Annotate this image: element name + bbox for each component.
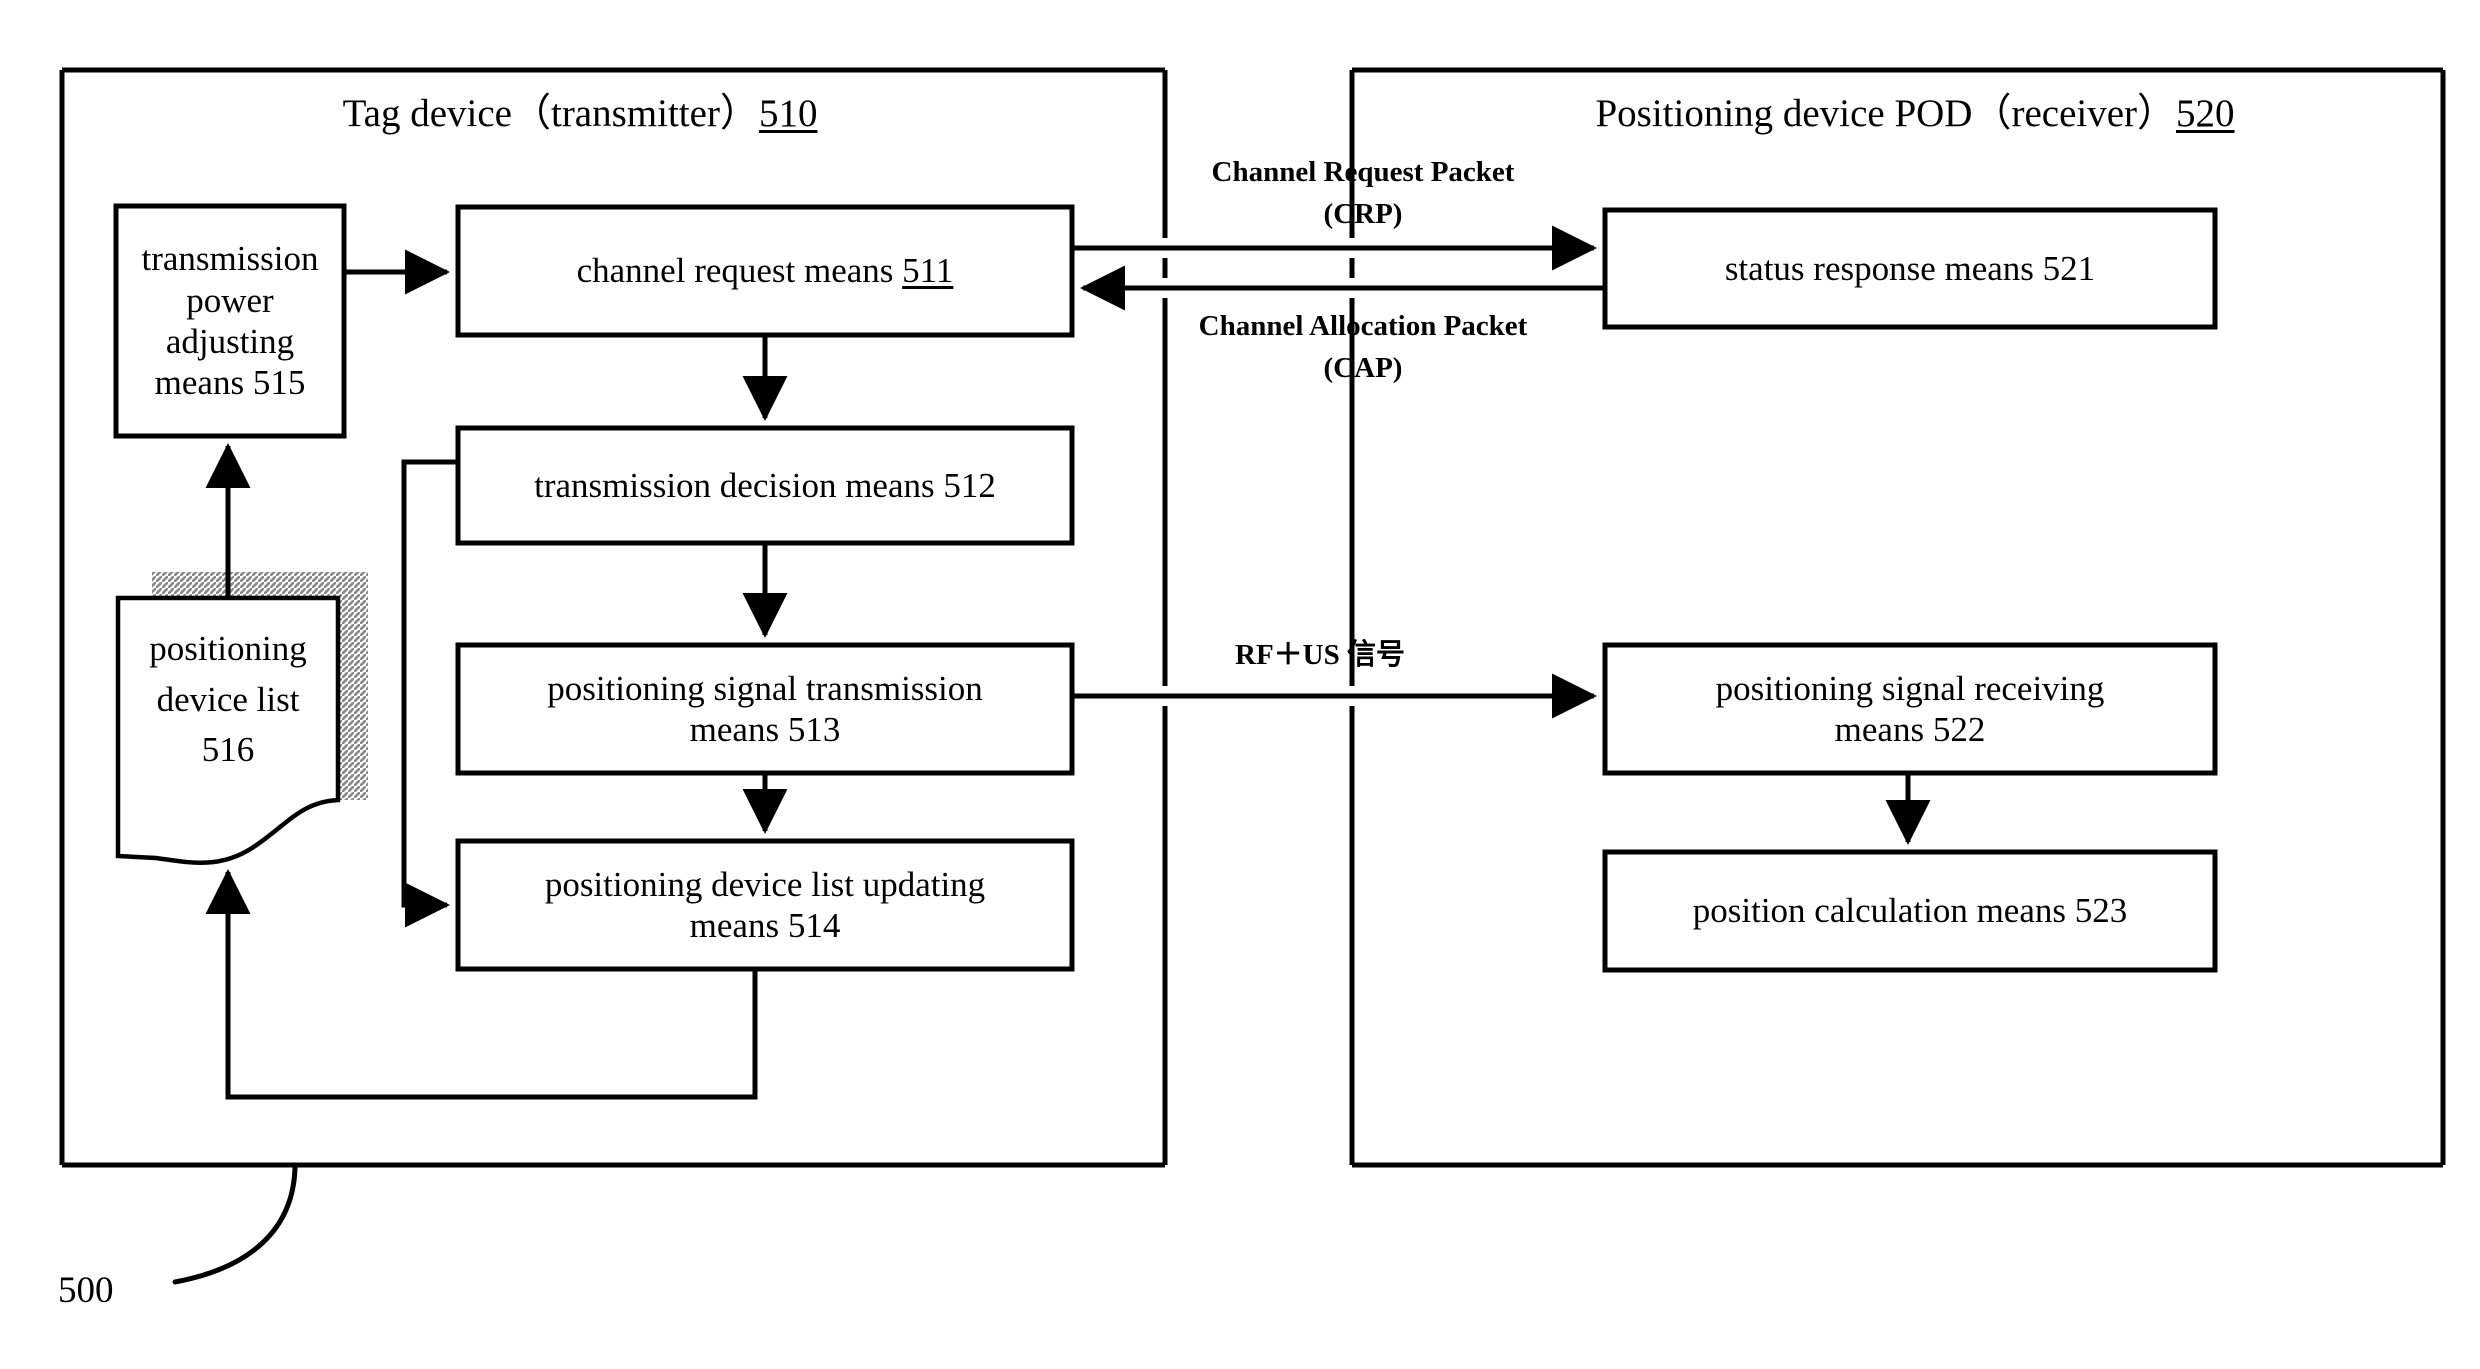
label-channel-allocation-packet: Channel Allocation Packet (CAP) — [1198, 309, 1528, 384]
tag-device-title: Tag device（transmitter） 510 — [300, 90, 860, 138]
figure-leader-line — [172, 1165, 298, 1285]
label-transmission-power-adjusting-means: transmission power adjusting means 515 — [141, 239, 319, 403]
figure-canvas: Tag device（transmitter） 510 Positioning d… — [0, 0, 2480, 1369]
label-positioning-device-list: positioning device list 516 — [149, 628, 307, 770]
label-position-calculation-means: position calculation means 523 — [1692, 891, 2128, 931]
label-status-response-means: status response means 521 — [1724, 248, 2096, 288]
figure-number: 500 — [58, 1270, 114, 1312]
label-transmission-decision-means: transmission decision means 512 — [534, 465, 996, 505]
label-channel-request-means: channel request means 511 — [460, 209, 1070, 333]
label-channel-request-means-ref: 511 — [902, 251, 954, 291]
label-channel-request-packet: Channel Request Packet (CRP) — [1211, 155, 1515, 230]
tag-device-title-ref: 510 — [758, 91, 818, 135]
label-positioning-signal-receiving-means: positioning signal receiving means 522 — [1715, 668, 2105, 749]
tag-device-title-text: Tag device（transmitter） — [342, 91, 759, 135]
arrow-512-to-514-feedback — [401, 459, 458, 928]
label-channel-request-means-text: channel request means — [576, 251, 903, 291]
positioning-device-title-ref: 520 — [2176, 91, 2235, 135]
label-positioning-device-list-updating-means: positioning device list updating means 5… — [544, 864, 986, 945]
label-positioning-signal-transmission-means: positioning signal transmission means 51… — [547, 668, 983, 749]
positioning-device-title-text: Positioning device POD（receiver） — [1595, 91, 2177, 135]
label-rf-us-signal: RF＋US 信号 — [1235, 638, 1405, 671]
positioning-device-title: Positioning device POD（receiver） 520 — [1470, 90, 2360, 138]
